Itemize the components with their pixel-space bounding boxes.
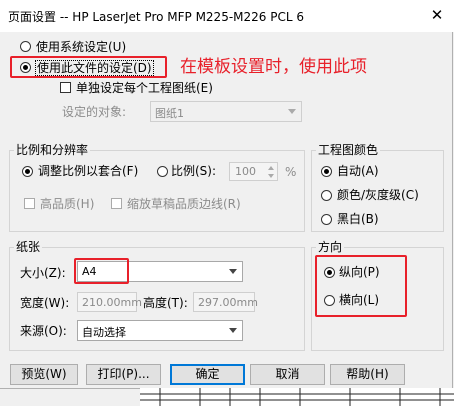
percent-label: % — [285, 165, 297, 179]
color-group-title: 工程图颜色 — [316, 143, 381, 157]
scale-input[interactable]: 100 — [229, 162, 278, 181]
high-quality-label[interactable]: 高品质(H) — [40, 197, 94, 211]
custom-scale-label[interactable]: 比例(S): — [171, 164, 216, 178]
cancel-button[interactable]: 取消 — [250, 364, 325, 385]
preview-button[interactable]: 预览(W) — [10, 364, 78, 385]
custom-scale-radio[interactable] — [157, 166, 168, 177]
fit-scale-label[interactable]: 调整比例以套合(F) — [38, 164, 138, 178]
paper-source-select[interactable]: 自动选择 — [77, 320, 243, 341]
help-button[interactable]: 帮助(H) — [330, 364, 405, 385]
close-icon[interactable]: ✕ — [425, 4, 449, 26]
paper-width-input[interactable]: 210.00mm — [77, 292, 142, 312]
use-system-label[interactable]: 使用系统设定(U) — [36, 40, 126, 54]
single-per-sheet-checkbox[interactable] — [60, 82, 71, 93]
ok-button[interactable]: 确定 — [170, 364, 245, 385]
chevron-down-icon — [229, 269, 237, 274]
paper-height-value: 297.00mm — [198, 296, 258, 309]
annotation-text: 在模板设置时，使用此项 — [180, 57, 367, 77]
target-select[interactable]: 图纸1 — [150, 101, 302, 122]
print-button[interactable]: 打印(P)... — [86, 364, 161, 385]
paper-size-label: 大小(Z): — [20, 266, 66, 280]
high-quality-checkbox[interactable] — [24, 198, 35, 209]
color-auto-label[interactable]: 自动(A) — [337, 164, 379, 178]
color-bw-radio[interactable] — [321, 214, 332, 225]
scale-group-title: 比例和分辨率 — [14, 143, 91, 157]
spin-down-icon[interactable] — [266, 172, 276, 180]
chevron-down-icon — [288, 109, 296, 114]
paper-group-title: 纸张 — [14, 240, 43, 254]
annotation-paper-size-box — [74, 258, 129, 284]
paper-width-label: 宽度(W): — [20, 296, 70, 310]
paper-width-value: 210.00mm — [82, 296, 142, 309]
paper-height-input[interactable]: 297.00mm — [193, 292, 258, 312]
paper-source-label: 来源(O): — [20, 324, 67, 338]
target-select-value: 图纸1 — [155, 107, 184, 120]
spin-up-icon[interactable] — [266, 164, 276, 172]
target-label: 设定的对象: — [62, 105, 127, 119]
paper-source-value: 自动选择 — [82, 326, 126, 339]
annotation-orientation-box — [315, 255, 407, 317]
window-title: 页面设置 -- HP LaserJet Pro MFP M225-M226 PC… — [8, 10, 304, 24]
use-system-radio[interactable] — [20, 41, 31, 52]
background-drawing — [140, 388, 454, 406]
annotation-highlight-box — [10, 56, 167, 78]
scale-draft-edges-label[interactable]: 缩放草稿品质边线(R) — [127, 197, 241, 211]
color-auto-radio[interactable] — [321, 166, 332, 177]
color-bw-label[interactable]: 黑白(B) — [337, 212, 379, 226]
scale-draft-edges-checkbox[interactable] — [111, 198, 122, 209]
color-grayscale-label[interactable]: 颜色/灰度级(C) — [337, 188, 419, 202]
orientation-group-title: 方向 — [316, 240, 345, 254]
color-grayscale-radio[interactable] — [321, 190, 332, 201]
drawing-grid-lines — [140, 388, 454, 406]
fit-scale-radio[interactable] — [22, 166, 33, 177]
chevron-down-icon — [229, 328, 237, 333]
paper-height-label: 高度(T): — [143, 296, 188, 310]
single-per-sheet-label[interactable]: 单独设定每个工程图纸(E) — [76, 81, 213, 95]
scale-input-value: 100 — [235, 165, 256, 178]
